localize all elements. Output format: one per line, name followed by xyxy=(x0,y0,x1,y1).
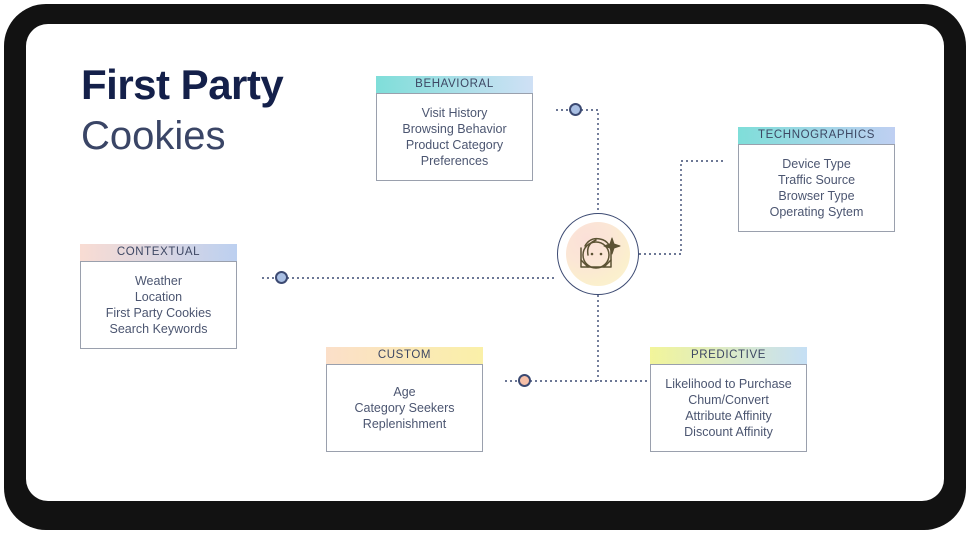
card-predictive[interactable]: PREDICTIVE Likelihood to Purchase Chum/C… xyxy=(650,347,807,452)
list-item: Category Seekers xyxy=(354,400,455,415)
card-body-technographics: Device Type Traffic Source Browser Type … xyxy=(738,144,895,232)
list-item: Likelihood to Purchase xyxy=(665,376,792,391)
list-item: Weather xyxy=(134,273,182,288)
list-item: Search Keywords xyxy=(109,322,208,337)
list-item: Discount Affinity xyxy=(684,425,773,440)
card-contextual[interactable]: CONTEXTUAL Weather Location First Party … xyxy=(80,244,237,349)
list-item: Chum/Convert xyxy=(688,392,769,407)
central-hub xyxy=(557,213,639,295)
card-header-predictive: PREDICTIVE xyxy=(650,347,807,364)
node-behavioral[interactable] xyxy=(569,103,582,116)
card-body-custom: Age Category Seekers Replenishment xyxy=(326,364,483,452)
wire-technographics xyxy=(639,160,726,255)
card-body-predictive: Likelihood to Purchase Chum/Convert Attr… xyxy=(650,364,807,452)
list-item: Location xyxy=(134,289,183,304)
card-behavioral[interactable]: BEHAVIORAL Visit History Browsing Behavi… xyxy=(376,76,533,181)
card-body-behavioral: Visit History Browsing Behavior Product … xyxy=(376,93,533,181)
page-title: First Party Cookies xyxy=(81,61,284,158)
list-item: Product Category xyxy=(405,138,504,152)
list-item: Browser Type xyxy=(778,189,855,203)
customer-profile-sparkle-icon xyxy=(580,237,621,269)
list-item: Operating Sytem xyxy=(769,205,864,220)
list-item: Replenishment xyxy=(362,417,447,432)
list-item: Traffic Source xyxy=(777,172,856,187)
list-item: Preferences xyxy=(420,154,489,169)
diagram-canvas: First Party Cookies BEHAVIORAL Visit His… xyxy=(26,24,944,501)
list-item: Visit History xyxy=(421,105,488,120)
card-technographics[interactable]: TECHNOGRAPHICS Device Type Traffic Sourc… xyxy=(738,127,895,232)
title-line-1: First Party xyxy=(81,61,284,108)
card-header-behavioral: BEHAVIORAL xyxy=(376,76,533,93)
list-item: Age xyxy=(393,384,416,399)
screenshot-root: First Party Cookies BEHAVIORAL Visit His… xyxy=(0,0,970,534)
title-line-2: Cookies xyxy=(81,114,226,158)
card-header-technographics: TECHNOGRAPHICS xyxy=(738,127,895,144)
list-item: Attribute Affinity xyxy=(685,409,772,423)
list-item: Browsing Behavior xyxy=(402,121,507,136)
card-custom[interactable]: CUSTOM Age Category Seekers Replenishmen… xyxy=(326,347,483,452)
list-item: First Party Cookies xyxy=(105,306,212,320)
list-item: Device Type xyxy=(782,156,851,171)
card-body-contextual: Weather Location First Party Cookies Sea… xyxy=(80,261,237,349)
card-header-custom: CUSTOM xyxy=(326,347,483,364)
card-header-contextual: CONTEXTUAL xyxy=(80,244,237,261)
wire-behavioral xyxy=(556,109,599,213)
node-contextual[interactable] xyxy=(275,271,288,284)
node-custom[interactable] xyxy=(518,374,531,387)
